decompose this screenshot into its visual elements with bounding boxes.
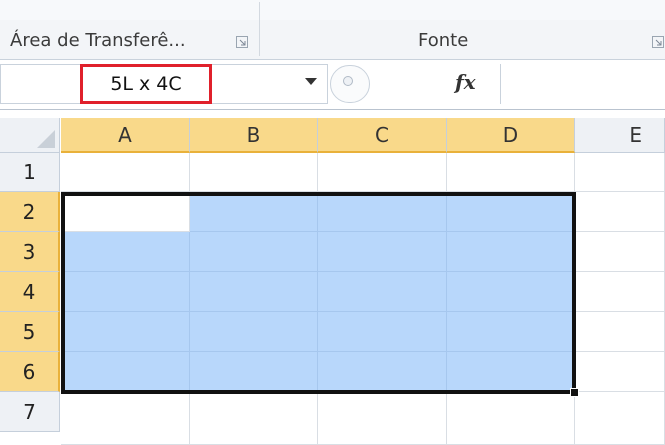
cell-a2-active[interactable] — [61, 192, 190, 232]
cell-c5[interactable] — [318, 312, 447, 352]
column-header-a[interactable]: A — [61, 118, 190, 153]
worksheet-grid: A B C D E 1 2 3 4 5 6 7 — [0, 110, 665, 445]
cell-a3[interactable] — [61, 232, 190, 272]
row-header-5[interactable]: 5 — [0, 312, 60, 352]
cell-e5[interactable] — [575, 312, 665, 352]
ribbon: Área de Transferê... Fonte — [0, 0, 665, 60]
name-box[interactable]: 5L x 4C — [80, 64, 212, 104]
insert-function-button[interactable]: fx — [455, 70, 476, 94]
formula-bar-resize-handle[interactable] — [330, 65, 370, 103]
cell-d3[interactable] — [447, 232, 575, 272]
cell-b5[interactable] — [190, 312, 318, 352]
cell-e6[interactable] — [575, 352, 665, 392]
cell-e1[interactable] — [575, 153, 665, 192]
ribbon-group-clipboard: Área de Transferê... — [0, 22, 258, 56]
ribbon-group-font: Fonte — [260, 22, 665, 56]
row-header-3[interactable]: 3 — [0, 232, 60, 272]
cell-b7[interactable] — [190, 392, 318, 445]
ribbon-top-strip — [0, 0, 665, 20]
select-all-button[interactable] — [0, 118, 60, 153]
cell-c3[interactable] — [318, 232, 447, 272]
cell-c1[interactable] — [318, 153, 447, 192]
cell-e3[interactable] — [575, 232, 665, 272]
column-header-d[interactable]: D — [447, 118, 575, 153]
row-header-7[interactable]: 7 — [0, 392, 60, 432]
column-header-c[interactable]: C — [318, 118, 447, 153]
row-header-2[interactable]: 2 — [0, 192, 60, 232]
name-box-dropdown-icon[interactable] — [305, 78, 317, 85]
cell-a7[interactable] — [61, 392, 190, 445]
cell-d2[interactable] — [447, 192, 575, 232]
formula-bar: 5L x 4C fx — [0, 60, 665, 110]
cell-d1[interactable] — [447, 153, 575, 192]
row-header-1[interactable]: 1 — [0, 153, 60, 192]
cell-d7[interactable] — [447, 392, 575, 445]
cell-b6[interactable] — [190, 352, 318, 392]
cell-e7[interactable] — [575, 392, 665, 445]
cell-a5[interactable] — [61, 312, 190, 352]
cell-d6[interactable] — [447, 352, 575, 392]
column-header-b[interactable]: B — [190, 118, 318, 153]
fill-handle[interactable] — [570, 388, 579, 397]
cell-d4[interactable] — [447, 272, 575, 312]
row-header-4[interactable]: 4 — [0, 272, 60, 312]
row-header-6[interactable]: 6 — [0, 352, 60, 392]
ribbon-group-label-font: Fonte — [418, 30, 469, 51]
cell-e4[interactable] — [575, 272, 665, 312]
cell-b1[interactable] — [190, 153, 318, 192]
cell-a4[interactable] — [61, 272, 190, 312]
cell-c6[interactable] — [318, 352, 447, 392]
cell-b4[interactable] — [190, 272, 318, 312]
cell-d5[interactable] — [447, 312, 575, 352]
dialog-launcher-icon[interactable] — [236, 36, 248, 48]
cell-a1[interactable] — [61, 153, 190, 192]
cell-b3[interactable] — [190, 232, 318, 272]
cell-b2[interactable] — [190, 192, 318, 232]
formula-input[interactable] — [501, 64, 665, 104]
column-header-e[interactable]: E — [575, 118, 665, 153]
resize-dot-icon — [343, 76, 353, 86]
cell-e2[interactable] — [575, 192, 665, 232]
ribbon-group-label-clipboard: Área de Transferê... — [10, 30, 186, 51]
select-all-icon — [37, 130, 55, 148]
cell-a6[interactable] — [61, 352, 190, 392]
cell-c4[interactable] — [318, 272, 447, 312]
cell-c2[interactable] — [318, 192, 447, 232]
dialog-launcher-icon[interactable] — [652, 36, 664, 48]
cell-c7[interactable] — [318, 392, 447, 445]
